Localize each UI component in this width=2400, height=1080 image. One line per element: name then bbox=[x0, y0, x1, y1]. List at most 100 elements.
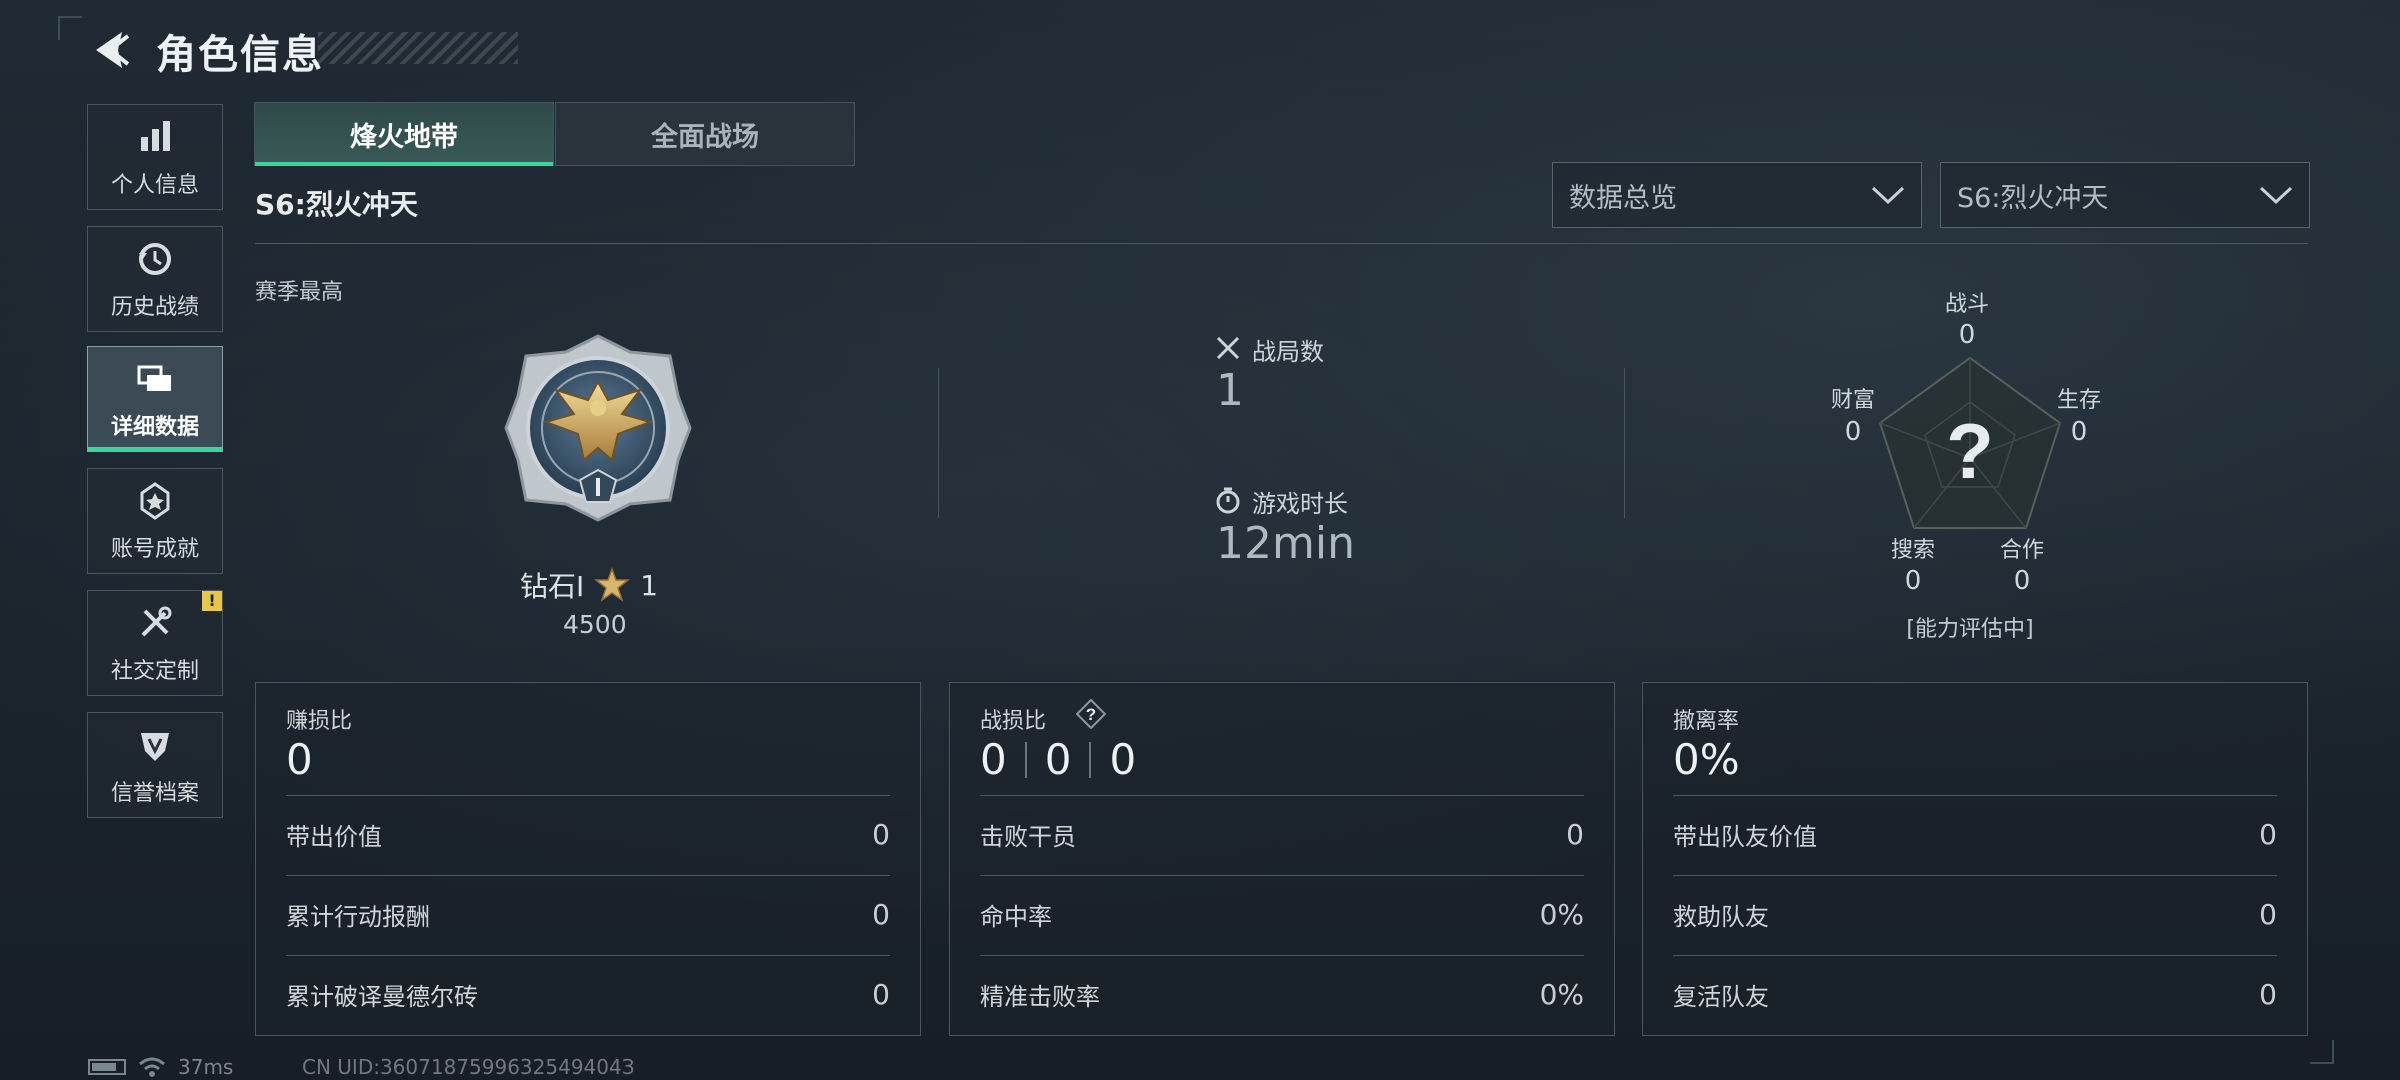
radar-survival-label: 生存 bbox=[2056, 388, 2101, 413]
profit-ratio-label: 赚损比 bbox=[286, 709, 353, 734]
stat-label: 救助队友 bbox=[1673, 902, 1769, 931]
season-high-label: 赛季最高 bbox=[255, 280, 344, 305]
history-icon bbox=[139, 243, 171, 275]
tab-total-battlefield[interactable]: 全面战场 bbox=[555, 102, 855, 166]
help-icon[interactable]: ? bbox=[1076, 699, 1106, 729]
sidebar-item-label: 历史战绩 bbox=[110, 295, 199, 320]
profit-ratio-value: 0 bbox=[286, 735, 313, 784]
stat-label: 命中率 bbox=[980, 902, 1052, 931]
divider bbox=[1089, 741, 1092, 778]
divider bbox=[980, 795, 1584, 796]
cards-icon bbox=[137, 365, 171, 391]
divider bbox=[1024, 741, 1027, 778]
sidebar-item-reputation[interactable]: 信誉档案 bbox=[87, 712, 223, 818]
tools-icon bbox=[141, 606, 172, 637]
stat-value: 0 bbox=[1566, 817, 1584, 851]
notification-badge: ! bbox=[202, 591, 222, 611]
stat-row: 累计破译曼德尔砖 0 bbox=[286, 969, 890, 1019]
extraction-card: 撤离率 0% 带出队友价值 0 救助队友 0 复活队友 0 bbox=[1642, 682, 2308, 1036]
matches-value: 1 bbox=[1216, 365, 1244, 416]
stat-label: 累计破译曼德尔砖 bbox=[286, 982, 478, 1011]
radar-combat-value: 0 bbox=[1958, 320, 1976, 350]
achievement-icon bbox=[140, 482, 170, 520]
rank-score: 4500 bbox=[563, 610, 627, 639]
stat-row: 精准击败率 0% bbox=[980, 969, 1584, 1019]
sidebar-item-label: 个人信息 bbox=[110, 173, 199, 198]
kd-value-kills: 0 bbox=[980, 735, 1007, 784]
stopwatch-icon bbox=[1216, 487, 1240, 514]
stat-row: 累计行动报酬 0 bbox=[286, 889, 890, 939]
radar-survival-value: 0 bbox=[2070, 417, 2088, 447]
sidebar-item-detailed-data[interactable]: 详细数据 bbox=[87, 346, 223, 452]
sidebar-item-achievements[interactable]: 账号成就 bbox=[87, 468, 223, 574]
status-bar: 37ms bbox=[88, 1055, 233, 1079]
stat-row: 击败干员 0 bbox=[980, 809, 1584, 859]
stat-row: 救助队友 0 bbox=[1673, 889, 2277, 939]
radar-combat-label: 战斗 bbox=[1944, 292, 1989, 317]
bar-chart-icon bbox=[141, 121, 170, 151]
corner-decoration bbox=[2310, 1040, 2334, 1064]
diamond-rank-medal-icon bbox=[504, 334, 692, 522]
stat-label: 精准击败率 bbox=[980, 982, 1100, 1011]
sidebar-item-history[interactable]: 历史战绩 bbox=[87, 226, 223, 332]
kd-value-deaths: 0 bbox=[1044, 735, 1072, 784]
svg-text:?: ? bbox=[1086, 705, 1096, 724]
title-decoration bbox=[318, 32, 518, 64]
stat-value: 0 bbox=[2259, 977, 2277, 1011]
radar-wealth-label: 财富 bbox=[1830, 388, 1875, 413]
stat-row: 命中率 0% bbox=[980, 889, 1584, 939]
stat-value: 0% bbox=[1539, 897, 1584, 931]
user-uid: CN UID:3607187599632549404З bbox=[302, 1055, 635, 1079]
season-dropdown-value: S6:烈火冲天 bbox=[1957, 182, 2109, 214]
stat-value: 0 bbox=[2259, 897, 2277, 931]
divider bbox=[1673, 875, 2277, 876]
ability-radar-chart: ? bbox=[1878, 356, 2062, 529]
sidebar-item-social-custom[interactable]: 社交定制 ! bbox=[87, 590, 223, 696]
battery-icon bbox=[88, 1059, 126, 1075]
divider bbox=[255, 243, 2308, 244]
rank-stars: 1 bbox=[640, 568, 659, 602]
profit-card: 赚损比 0 带出价值 0 累计行动报酬 0 累计破译曼德尔砖 0 bbox=[255, 682, 921, 1036]
divider bbox=[286, 795, 890, 796]
shield-icon bbox=[141, 733, 169, 761]
stat-row: 带出价值 0 bbox=[286, 809, 890, 859]
divider bbox=[980, 875, 1584, 876]
sidebar-item-label: 账号成就 bbox=[110, 537, 199, 562]
back-arrow-icon[interactable] bbox=[88, 26, 136, 74]
stat-label: 累计行动报酬 bbox=[286, 902, 430, 931]
divider bbox=[980, 955, 1584, 956]
matches-label: 战局数 bbox=[1252, 338, 1324, 366]
divider bbox=[1673, 795, 2277, 796]
stat-label: 带出队友价值 bbox=[1673, 822, 1817, 851]
sidebar-item-label: 信誉档案 bbox=[110, 781, 199, 806]
view-dropdown-value: 数据总览 bbox=[1569, 182, 1677, 214]
stat-row: 复活队友 0 bbox=[1673, 969, 2277, 1019]
sidebar-item-personal-info[interactable]: 个人信息 bbox=[87, 104, 223, 210]
divider bbox=[286, 955, 890, 956]
stat-label: 带出价值 bbox=[286, 822, 382, 851]
kd-ratio-label: 战损比 bbox=[980, 709, 1047, 734]
radar-unknown-mark: ? bbox=[1946, 407, 1994, 495]
stat-label: 复活队友 bbox=[1673, 982, 1769, 1011]
rank-tier: 钻石I bbox=[520, 570, 585, 603]
radar-status: [能力评估中] bbox=[1906, 617, 2034, 642]
radar-search-value: 0 bbox=[1904, 566, 1922, 596]
tab-beacon-zone[interactable]: 烽火地带 bbox=[254, 102, 554, 166]
screen: 角色信息 个人信息 历史战绩 详细数据 账号成就 社交定制 ! 信誉档案 烽火地… bbox=[0, 0, 2400, 1080]
wifi-icon bbox=[139, 1057, 165, 1077]
season-dropdown[interactable]: S6:烈火冲天 bbox=[1940, 162, 2310, 228]
sidebar-item-label: 社交定制 bbox=[110, 659, 199, 684]
stat-value: 0 bbox=[872, 897, 890, 931]
playtime-value: 12min bbox=[1216, 518, 1355, 569]
sidebar-item-label: 详细数据 bbox=[110, 415, 199, 440]
crossed-swords-icon bbox=[1216, 336, 1240, 360]
radar-teamwork-label: 合作 bbox=[1999, 538, 2044, 563]
stat-value: 0 bbox=[872, 977, 890, 1011]
kd-value-assists: 0 bbox=[1109, 735, 1137, 784]
playtime-label: 游戏时长 bbox=[1252, 490, 1348, 518]
view-dropdown[interactable]: 数据总览 bbox=[1552, 162, 1922, 228]
divider bbox=[1624, 368, 1625, 518]
star-icon bbox=[594, 567, 631, 602]
stat-label: 击败干员 bbox=[980, 822, 1076, 851]
divider bbox=[286, 875, 890, 876]
